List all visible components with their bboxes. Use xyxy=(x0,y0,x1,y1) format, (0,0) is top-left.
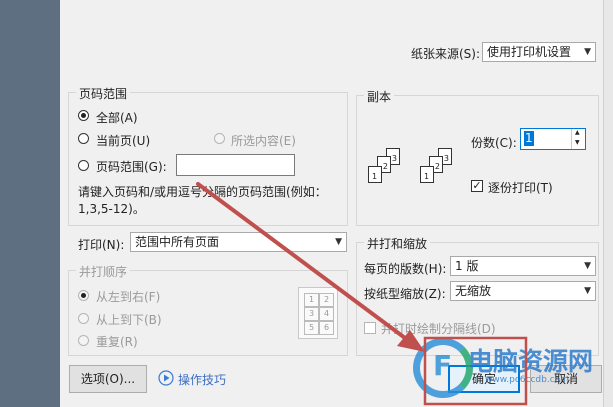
highlight-box xyxy=(423,336,528,406)
annotation-overlay xyxy=(196,182,528,406)
annotation-arrow-shaft xyxy=(196,182,407,340)
